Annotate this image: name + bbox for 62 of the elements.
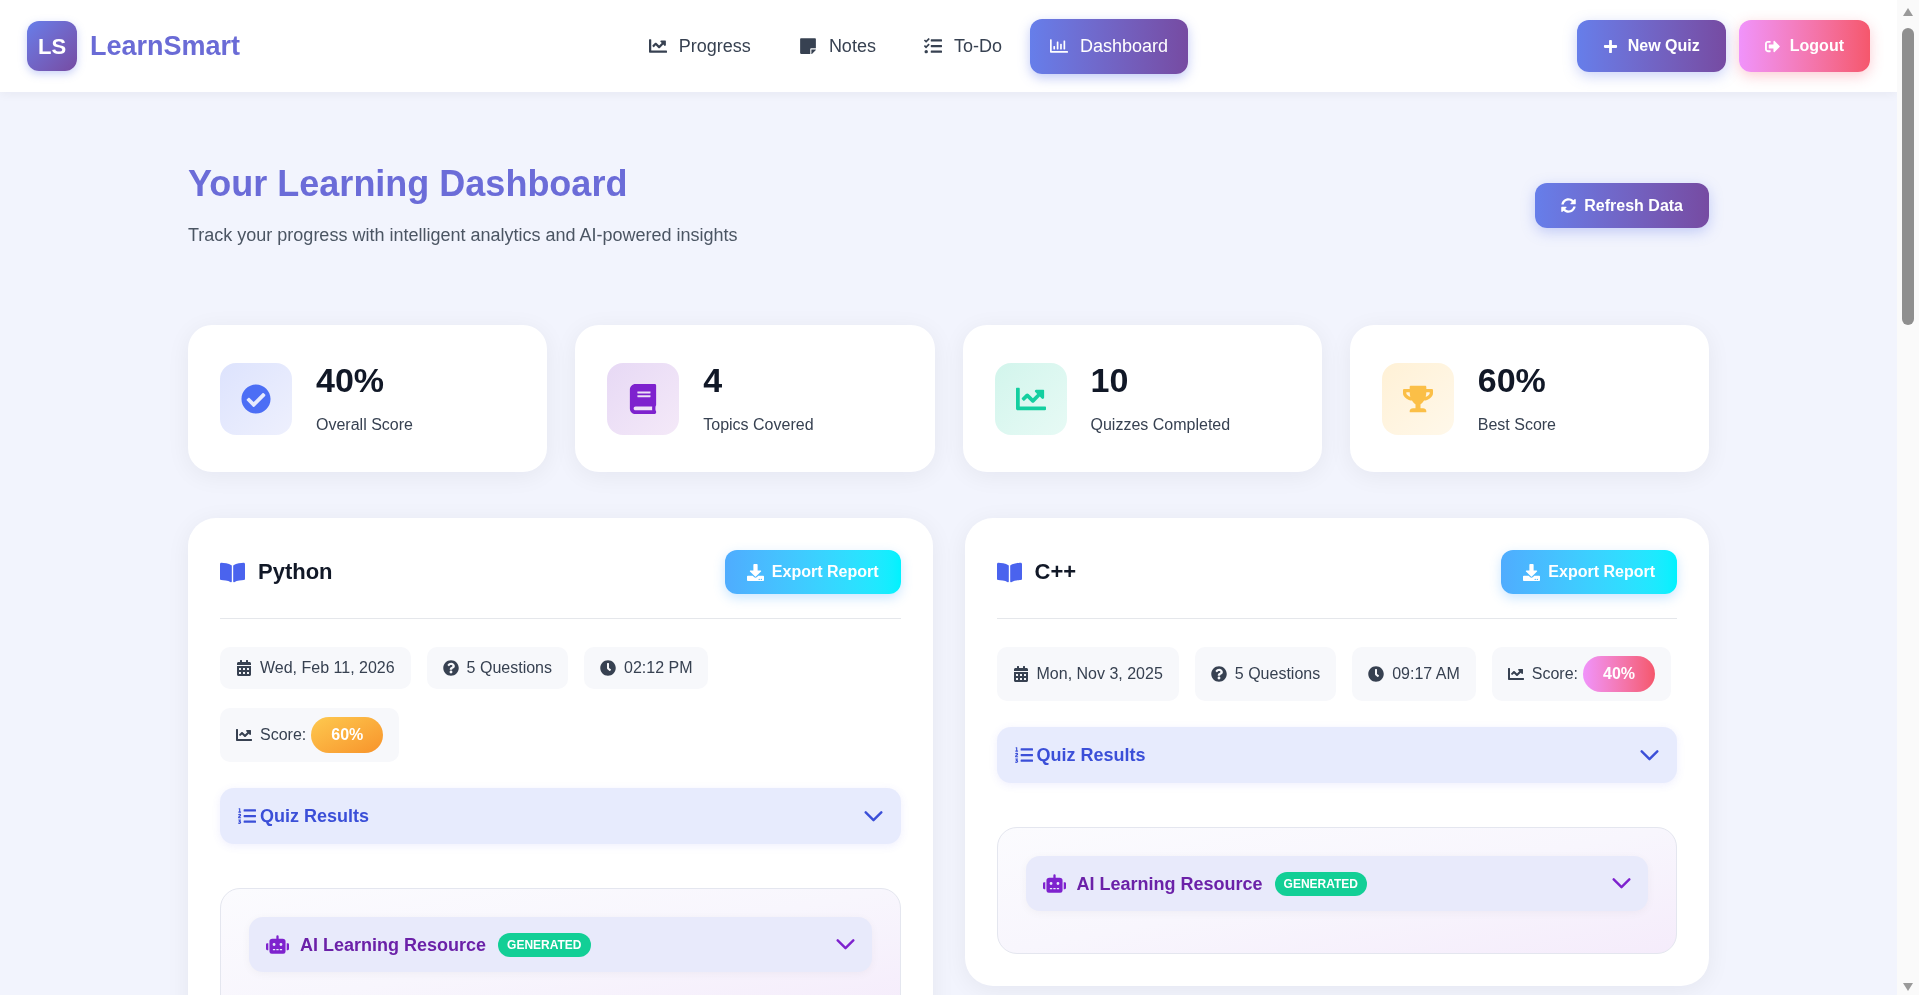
download-icon [746,563,764,581]
generated-badge: GENERATED [1274,871,1367,896]
sign-out-icon [1764,38,1780,54]
refresh-icon [1561,198,1577,213]
subject-title: C++ [1034,558,1077,586]
clock-icon [600,660,616,676]
score-label: Score: [260,725,307,745]
plus-icon [1602,38,1618,54]
stat-label: Best Score [1477,415,1556,435]
nav-link[interactable]: Notes [778,18,896,74]
ai-resource-toggle[interactable]: AI Learning Resource GENERATED [249,917,872,972]
refresh-data-button[interactable]: Refresh Data [1535,183,1709,228]
quiz-results-toggle[interactable]: Quiz Results [996,727,1677,783]
brand-name: LearnSmart [90,29,241,63]
line-chart-icon [648,37,667,55]
generated-badge: GENERATED [498,932,591,957]
score-label: Score: [1531,664,1579,684]
quiz-time: 09:17 AM [1392,664,1460,684]
clock-icon [1368,666,1385,682]
quiz-date: Wed, Feb 11, 2026 [260,658,395,678]
stat-value: 10 [1090,360,1130,401]
question-count: 5 Questions [466,658,552,678]
stat-value: 60% [1477,360,1547,401]
numbered-list-icon [1014,746,1033,764]
bar-chart-icon [1049,37,1068,55]
stat-value: 40% [316,360,386,401]
scroll-up-icon[interactable] [1903,8,1913,16]
trophy-icon [1381,362,1454,435]
numbered-list-icon [238,807,256,825]
logo-mark: LS [27,21,77,71]
quiz-results-toggle[interactable]: Quiz Results [220,788,901,844]
book-icon [607,362,680,435]
scroll-down-icon[interactable] [1903,983,1913,991]
line-chart-icon [994,362,1067,435]
calendar-icon [236,660,252,676]
line-chart-icon [1507,666,1524,682]
stat-label: Topics Covered [703,415,814,435]
score-badge: 60% [311,717,384,753]
quiz-time: 02:12 PM [624,658,693,678]
nav-link[interactable]: Dashboard [1029,18,1188,74]
scrollbar[interactable] [1897,0,1919,995]
checklist-icon [923,37,942,55]
subject-title: Python [258,558,333,586]
page-subtitle: Track your progress with intelligent analytics and AI-powered insights [188,224,738,247]
line-chart-icon [236,727,252,743]
robot-icon [1042,872,1066,895]
stat-label: Overall Score [316,415,413,435]
sticky-note-icon [798,37,817,55]
download-icon [1523,563,1541,581]
quiz-date: Mon, Nov 3, 2025 [1036,664,1163,684]
new-quiz-button[interactable]: New Quiz [1576,20,1726,72]
nav-link[interactable]: Progress [628,18,771,74]
nav-link[interactable]: To-Do [903,18,1022,74]
question-count: 5 Questions [1234,664,1321,684]
ai-resource-toggle[interactable]: AI Learning Resource GENERATED [1025,856,1648,911]
stat-value: 4 [703,360,724,401]
scrollbar-thumb[interactable] [1902,28,1914,325]
score-badge: 40% [1583,656,1656,692]
robot-icon [266,933,289,956]
calendar-icon [1012,666,1029,682]
stat-label: Quizzes Completed [1090,415,1231,435]
page-title: Your Learning Dashboard [188,162,629,205]
